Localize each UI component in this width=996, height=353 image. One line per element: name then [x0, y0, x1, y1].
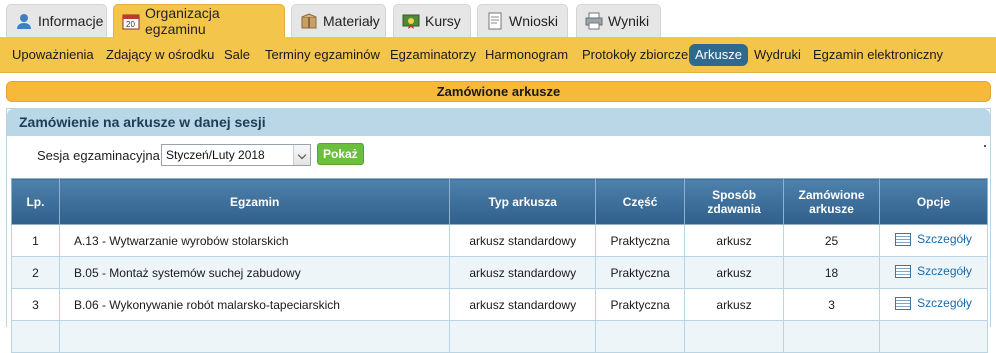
cell-opcje: Szczegóły: [879, 224, 988, 257]
cell-typ: arkusz standardowy: [449, 256, 597, 289]
cell-typ: arkusz standardowy: [449, 288, 597, 321]
details-label: Szczegóły: [917, 296, 972, 311]
cell-zamowione: 3: [783, 288, 881, 321]
divider-dot: [984, 145, 986, 147]
page-heading: Zamówione arkusze: [6, 81, 991, 102]
header-opcje: Opcje: [879, 178, 988, 225]
header-egzamin: Egzamin: [58, 178, 451, 225]
subnav-upowaznienia[interactable]: Upoważnienia: [6, 44, 100, 66]
sub-navigation: Upoważnienia Zdający w ośrodku Sale Term…: [0, 37, 996, 73]
session-select[interactable]: Styczeń/Luty 2018: [161, 144, 311, 166]
tab-label: Organizacja egzaminu: [145, 5, 220, 37]
subnav-zdajacy[interactable]: Zdający w ośrodku: [100, 44, 220, 66]
header-typ-arkusza: Typ arkusza: [449, 178, 597, 225]
tab-informacje[interactable]: Informacje: [6, 4, 107, 37]
svg-text:20: 20: [126, 20, 135, 29]
cell-egzamin: B.06 - Wykonywanie robót malarsko-tapeci…: [58, 288, 451, 321]
details-link[interactable]: Szczegóły: [895, 296, 972, 310]
cell-empty: [449, 320, 597, 353]
cell-opcje: Szczegóły: [879, 288, 988, 321]
header-czesc: Część: [595, 178, 686, 225]
main-tab-bar: Informacje 20 Organizacja egzaminu Mater…: [0, 0, 996, 37]
subnav-terminy[interactable]: Terminy egzaminów: [259, 44, 386, 66]
cell-typ: arkusz standardowy: [449, 224, 597, 257]
panel-title: Zamówienie na arkusze w danej sesji: [7, 109, 990, 136]
certificate-icon: [402, 12, 420, 30]
cell-czesc: Praktyczna: [595, 288, 686, 321]
subnav-protokoly[interactable]: Protokoły zbiorcze: [576, 44, 694, 66]
tab-label: Informacje: [38, 13, 104, 29]
cell-empty: [595, 320, 686, 353]
tab-wnioski[interactable]: Wnioski: [477, 4, 568, 37]
table-row: [11, 320, 988, 353]
show-button[interactable]: Pokaż: [317, 143, 364, 165]
details-link[interactable]: Szczegóły: [895, 232, 972, 246]
header-zamowione-arkusze: Zamówione arkusze: [783, 178, 881, 225]
tab-wyniki[interactable]: Wyniki: [576, 4, 661, 37]
cell-empty: [879, 320, 988, 353]
tab-label: Wnioski: [509, 13, 559, 29]
cell-zamowione: 25: [783, 224, 881, 257]
cell-lp: 2: [11, 256, 60, 289]
list-icon: [895, 296, 912, 310]
tab-organizacja-egzaminu[interactable]: 20 Organizacja egzaminu: [113, 4, 285, 37]
cell-lp: 3: [11, 288, 60, 321]
header-sposob-zdawania: Sposób zdawania: [684, 178, 785, 225]
subnav-sale[interactable]: Sale: [218, 44, 256, 66]
subnav-wydruki[interactable]: Wydruki: [748, 44, 807, 66]
details-link[interactable]: Szczegóły: [895, 264, 972, 278]
tab-label: Materiały: [323, 13, 380, 29]
subnav-egzamin-elektroniczny[interactable]: Egzamin elektroniczny: [807, 44, 949, 66]
cell-empty: [684, 320, 785, 353]
cell-czesc: Praktyczna: [595, 256, 686, 289]
printer-icon: [585, 12, 603, 30]
calendar-icon: 20: [122, 12, 140, 30]
order-panel: Zamówienie na arkusze w danej sesji Sesj…: [6, 108, 991, 353]
tab-label: Wyniki: [608, 13, 650, 29]
user-icon: [15, 12, 33, 30]
table-header-row: Lp. Egzamin Typ arkusza Część Sposób zda…: [11, 178, 988, 225]
table-row: 1 A.13 - Wytwarzanie wyrobów stolarskich…: [11, 224, 988, 257]
document-icon: [486, 12, 504, 30]
cell-sposob: arkusz: [684, 256, 785, 289]
subnav-arkusze[interactable]: Arkusze: [689, 44, 748, 66]
cell-empty: [783, 320, 881, 353]
list-icon: [895, 264, 912, 278]
cell-czesc: Praktyczna: [595, 224, 686, 257]
table-row: 2 B.05 - Montaż systemów suchej zabudowy…: [11, 256, 988, 289]
cell-sposob: arkusz: [684, 224, 785, 257]
cell-empty: [11, 320, 60, 353]
cell-opcje: Szczegóły: [879, 256, 988, 289]
cell-zamowione: 18: [783, 256, 881, 289]
header-lp: Lp.: [11, 178, 60, 225]
cell-egzamin: A.13 - Wytwarzanie wyrobów stolarskich: [58, 224, 451, 257]
tab-label: Kursy: [425, 13, 461, 29]
chevron-down-icon[interactable]: [293, 145, 310, 165]
session-selected-value: Styczeń/Luty 2018: [166, 148, 265, 162]
cell-empty: [58, 320, 451, 353]
details-label: Szczegóły: [917, 232, 972, 247]
session-label: Sesja egzaminacyjna: [37, 148, 160, 163]
package-icon: [300, 12, 318, 30]
cell-egzamin: B.05 - Montaż systemów suchej zabudowy: [58, 256, 451, 289]
cell-sposob: arkusz: [684, 288, 785, 321]
cell-lp: 1: [11, 224, 60, 257]
tab-materialy[interactable]: Materiały: [291, 4, 386, 37]
details-label: Szczegóły: [917, 264, 972, 279]
subnav-egzaminatorzy[interactable]: Egzaminatorzy: [384, 44, 482, 66]
subnav-harmonogram[interactable]: Harmonogram: [479, 44, 574, 66]
table-row: 3 B.06 - Wykonywanie robót malarsko-tape…: [11, 288, 988, 321]
session-form: Sesja egzaminacyjna Styczeń/Luty 2018 Po…: [7, 143, 990, 169]
list-icon: [895, 232, 912, 246]
tab-kursy[interactable]: Kursy: [393, 4, 471, 37]
